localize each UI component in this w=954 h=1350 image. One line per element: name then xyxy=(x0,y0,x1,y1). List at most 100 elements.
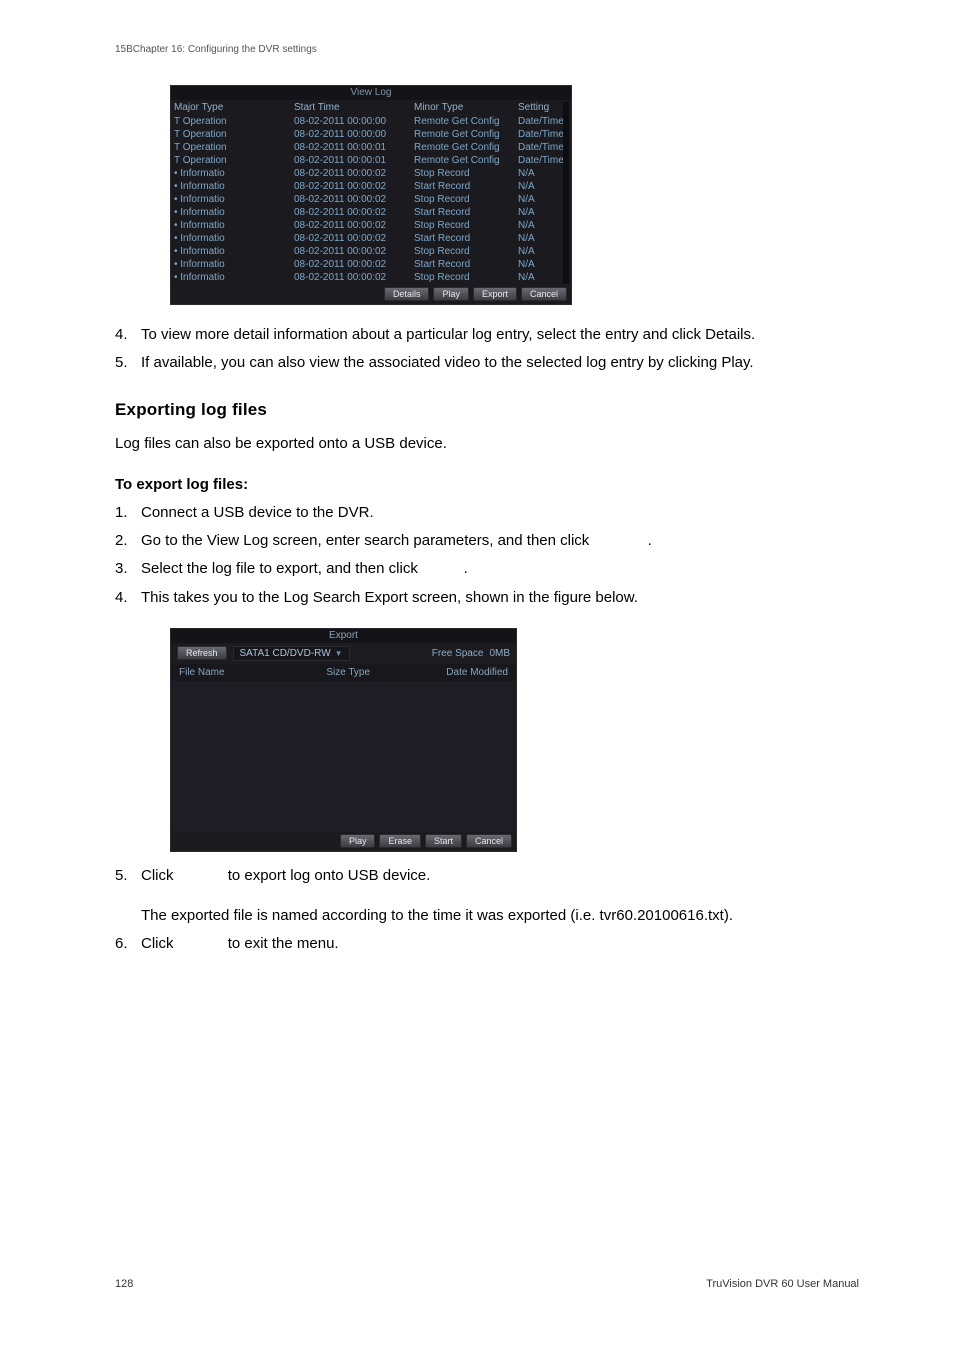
step-text: Click to export log onto USB device. xyxy=(141,866,859,886)
table-row[interactable]: T Operation08-02-2011 00:00:01Remote Get… xyxy=(171,141,571,154)
cell-minor: Remote Get Config xyxy=(411,154,515,167)
cell-major: • Informatio xyxy=(171,167,291,180)
cell-major: • Informatio xyxy=(171,219,291,232)
table-row[interactable]: • Informatio08-02-2011 00:00:02Stop Reco… xyxy=(171,219,571,232)
step-text: Click to exit the menu. xyxy=(141,934,859,954)
table-row[interactable]: • Informatio08-02-2011 00:00:02Start Rec… xyxy=(171,232,571,245)
details-button[interactable]: Details xyxy=(384,287,430,301)
cell-start: 08-02-2011 00:00:01 xyxy=(291,154,411,167)
step-text: If available, you can also view the asso… xyxy=(141,353,859,373)
step-text-main: Select the log file to export, and then … xyxy=(141,560,418,577)
col-start: Start Time xyxy=(291,100,411,115)
cell-major: T Operation xyxy=(171,141,291,154)
cell-minor: Remote Get Config xyxy=(411,141,515,154)
cell-minor: Stop Record xyxy=(411,245,515,258)
refresh-button[interactable]: Refresh xyxy=(177,646,227,660)
step-number: 2. xyxy=(115,531,141,551)
steps-c: 5. Click to export log onto USB device. xyxy=(115,866,859,886)
cell-major: • Informatio xyxy=(171,258,291,271)
cell-minor: Stop Record xyxy=(411,271,515,284)
viewlog-buttons: Details Play Export Cancel xyxy=(171,284,571,304)
cell-major: T Operation xyxy=(171,128,291,141)
table-row[interactable]: • Informatio08-02-2011 00:00:02Start Rec… xyxy=(171,258,571,271)
chapter-header: 15BChapter 16: Configuring the DVR setti… xyxy=(115,44,859,55)
cell-major: • Informatio xyxy=(171,271,291,284)
device-value: SATA1 CD/DVD-RW xyxy=(240,648,331,659)
cell-start: 08-02-2011 00:00:02 xyxy=(291,167,411,180)
table-row[interactable]: • Informatio08-02-2011 00:00:02Start Rec… xyxy=(171,180,571,193)
export-buttons: Play Erase Start Cancel xyxy=(171,831,516,851)
cell-major: T Operation xyxy=(171,154,291,167)
table-row[interactable]: T Operation08-02-2011 00:00:00Remote Get… xyxy=(171,115,571,128)
manual-title: TruVision DVR 60 User Manual xyxy=(706,1278,859,1290)
step-number: 4. xyxy=(115,588,141,608)
step-text: This takes you to the Log Search Export … xyxy=(141,588,859,608)
step-text-pre: Click xyxy=(141,935,174,952)
section-paragraph: Log files can also be exported onto a US… xyxy=(115,434,859,454)
col-file-name: File Name xyxy=(179,667,301,678)
cell-start: 08-02-2011 00:00:02 xyxy=(291,271,411,284)
cell-start: 08-02-2011 00:00:00 xyxy=(291,115,411,128)
play-button[interactable]: Play xyxy=(340,834,376,848)
erase-button[interactable]: Erase xyxy=(379,834,421,848)
cell-major: • Informatio xyxy=(171,245,291,258)
export-toolbar: Refresh SATA1 CD/DVD-RW ▼ Free Space 0MB xyxy=(171,643,516,664)
col-minor: Minor Type xyxy=(411,100,515,115)
cell-start: 08-02-2011 00:00:02 xyxy=(291,193,411,206)
cancel-button[interactable]: Cancel xyxy=(466,834,512,848)
cell-start: 08-02-2011 00:00:01 xyxy=(291,141,411,154)
viewlog-title: View Log xyxy=(171,86,571,100)
table-row[interactable]: T Operation08-02-2011 00:00:00Remote Get… xyxy=(171,128,571,141)
play-button[interactable]: Play xyxy=(433,287,469,301)
free-space-value: 0MB xyxy=(489,648,510,659)
export-dialog: Export Refresh SATA1 CD/DVD-RW ▼ Free Sp… xyxy=(170,628,517,852)
cell-start: 08-02-2011 00:00:02 xyxy=(291,180,411,193)
step-number: 5. xyxy=(115,866,141,886)
table-row[interactable]: • Informatio08-02-2011 00:00:02Start Rec… xyxy=(171,206,571,219)
step-text-tail: . xyxy=(464,560,468,577)
scrollbar[interactable] xyxy=(563,102,569,284)
table-row[interactable]: T Operation08-02-2011 00:00:01Remote Get… xyxy=(171,154,571,167)
step-text-post: to exit the menu. xyxy=(228,935,339,952)
cancel-button[interactable]: Cancel xyxy=(521,287,567,301)
step-text-main: Go to the View Log screen, enter search … xyxy=(141,532,589,549)
export-button[interactable]: Export xyxy=(473,287,517,301)
cell-minor: Stop Record xyxy=(411,193,515,206)
col-major: Major Type xyxy=(171,100,291,115)
export-file-list xyxy=(171,681,516,831)
step-text-tail: . xyxy=(648,532,652,549)
step-text: Select the log file to export, and then … xyxy=(141,559,859,579)
step-number: 5. xyxy=(115,353,141,373)
device-select[interactable]: SATA1 CD/DVD-RW ▼ xyxy=(233,646,350,661)
step-number: 3. xyxy=(115,559,141,579)
cell-minor: Stop Record xyxy=(411,167,515,180)
cell-minor: Start Record xyxy=(411,258,515,271)
cell-start: 08-02-2011 00:00:02 xyxy=(291,232,411,245)
table-row[interactable]: • Informatio08-02-2011 00:00:02Stop Reco… xyxy=(171,193,571,206)
table-row[interactable]: • Informatio08-02-2011 00:00:02Stop Reco… xyxy=(171,167,571,180)
free-space-label: Free Space xyxy=(432,648,484,659)
start-button[interactable]: Start xyxy=(425,834,462,848)
cell-start: 08-02-2011 00:00:00 xyxy=(291,128,411,141)
viewlog-dialog: View Log Major Type Start Time Minor Typ… xyxy=(170,85,572,305)
page: 15BChapter 16: Configuring the DVR setti… xyxy=(0,0,954,1350)
table-row[interactable]: • Informatio08-02-2011 00:00:02Stop Reco… xyxy=(171,245,571,258)
table-row[interactable]: • Informatio08-02-2011 00:00:02Stop Reco… xyxy=(171,271,571,284)
subheading: To export log files: xyxy=(115,476,859,493)
cell-minor: Start Record xyxy=(411,232,515,245)
export-title: Export xyxy=(171,629,516,643)
export-figure: Export Refresh SATA1 CD/DVD-RW ▼ Free Sp… xyxy=(170,628,859,852)
step-text: Connect a USB device to the DVR. xyxy=(141,503,859,523)
viewlog-figure: View Log Major Type Start Time Minor Typ… xyxy=(170,85,859,305)
cell-major: • Informatio xyxy=(171,206,291,219)
export-columns: File Name Size Type Date Modified xyxy=(171,664,516,681)
cell-start: 08-02-2011 00:00:02 xyxy=(291,245,411,258)
step-number: 1. xyxy=(115,503,141,523)
step-text: To view more detail information about a … xyxy=(141,325,859,345)
step-number: 4. xyxy=(115,325,141,345)
cell-major: • Informatio xyxy=(171,180,291,193)
cell-minor: Remote Get Config xyxy=(411,115,515,128)
viewlog-table: Major Type Start Time Minor Type Setting… xyxy=(171,100,571,284)
cell-minor: Start Record xyxy=(411,206,515,219)
cell-start: 08-02-2011 00:00:02 xyxy=(291,219,411,232)
